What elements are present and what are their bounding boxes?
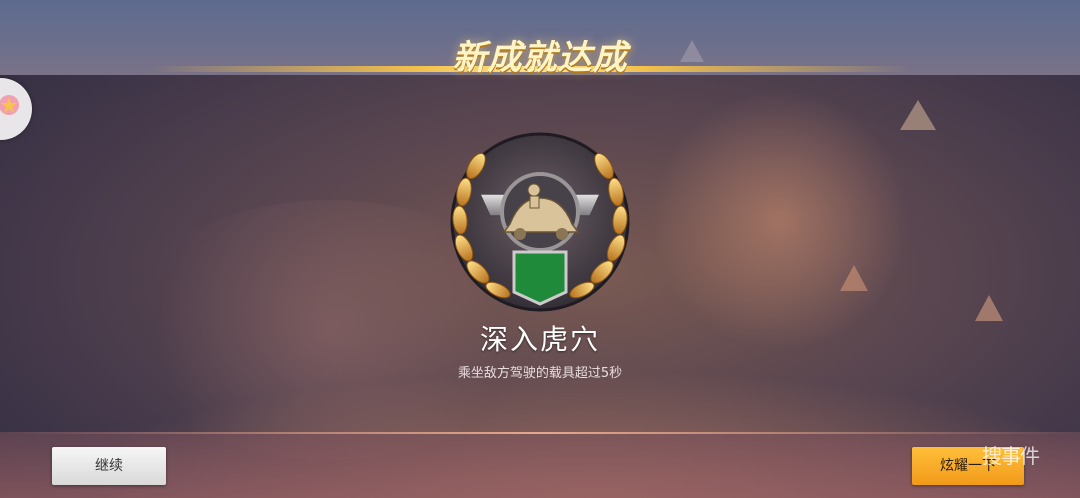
banner-title: 新成就达成 bbox=[452, 38, 628, 78]
decor-shard bbox=[900, 100, 936, 130]
continue-button[interactable]: 继续 bbox=[52, 447, 166, 485]
side-menu-button[interactable] bbox=[0, 78, 32, 140]
vehicle-medal-icon bbox=[440, 132, 640, 314]
decor-shard bbox=[840, 265, 868, 291]
achievement-name: 深入虎穴 bbox=[479, 323, 600, 356]
achievement-description: 乘坐敌方驾驶的载具超过5秒 bbox=[457, 366, 623, 381]
watermark: 搜事件 bbox=[982, 444, 1040, 468]
bottom-divider bbox=[0, 432, 1080, 434]
star-icon bbox=[0, 95, 19, 115]
background-glow bbox=[650, 90, 910, 350]
